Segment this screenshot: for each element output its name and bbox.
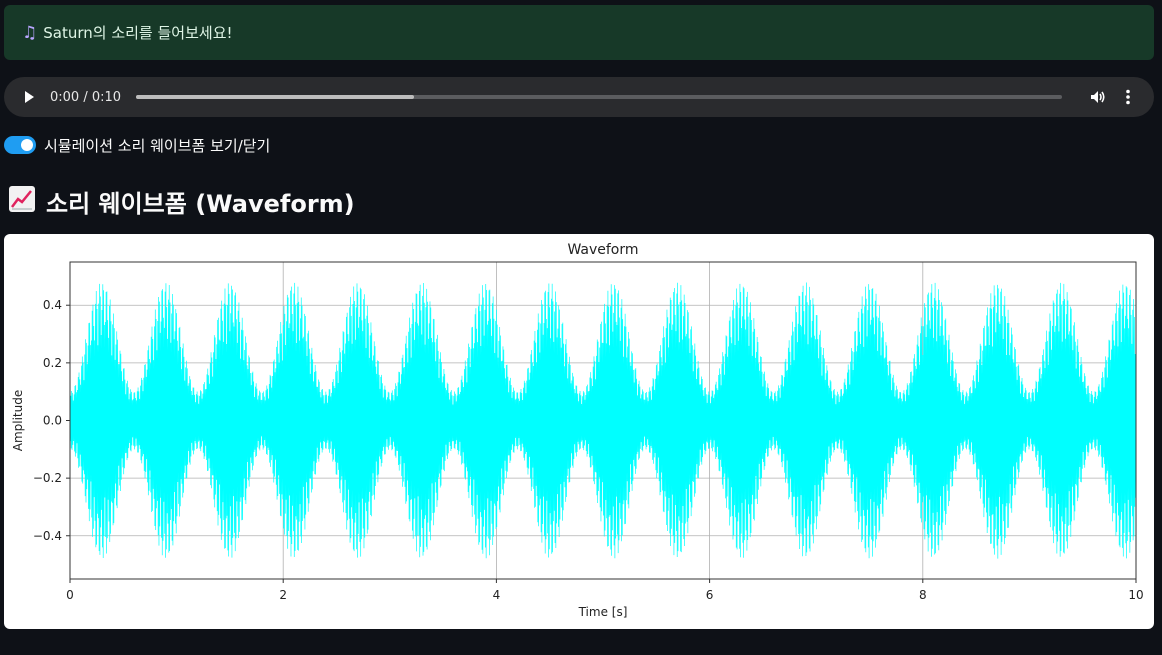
waveform-toggle-row: 시뮬레이션 소리 웨이브폼 보기/닫기 [4,134,270,156]
play-icon[interactable] [18,86,40,108]
banner-text: Saturn의 소리를 들어보세요! [43,24,233,42]
waveform-chart: 0 2 4 6 8 10 −0.4 −0.2 0.0 0.2 0.4 Waveform Time [s]… [4,234,1154,629]
waveform-plot: 0 2 4 6 8 10 −0.4 −0.2 0.0 0.2 0.4 Waveform Time [s]… [11,242,1144,619]
y-tick-label: −0.2 [33,471,62,485]
toggle-knob [21,139,33,151]
x-tick-label: 0 [66,588,74,602]
x-tick-label: 2 [279,588,287,602]
waveform-toggle-label: 시뮬레이션 소리 웨이브폼 보기/닫기 [44,136,271,155]
waveform-line [69,282,1137,559]
x-axis-label: Time [s] [578,605,628,619]
volume-icon[interactable] [1086,85,1110,109]
waveform-toggle[interactable] [4,136,36,154]
section-heading: 소리 웨이브폼 (Waveform) [8,184,355,219]
chart-increasing-icon [8,185,36,219]
section-title: 소리 웨이브폼 (Waveform) [46,190,355,218]
x-tick-label: 6 [706,588,714,602]
audio-player: 0:00 / 0:10 [4,77,1154,117]
y-tick-label: 0.4 [43,298,62,312]
audio-buffered-bar [136,95,414,99]
y-axis-label: Amplitude [11,390,25,452]
x-tick-label: 4 [493,588,501,602]
y-tick-label: −0.4 [33,529,62,543]
musical-note-icon: ♫ [22,22,38,43]
x-tick-label: 10 [1128,588,1143,602]
y-tick-label: 0.2 [43,356,62,370]
chart-title: Waveform [567,242,638,258]
info-banner: ♫ Saturn의 소리를 들어보세요! [4,5,1154,60]
y-tick-label: 0.0 [43,414,62,428]
audio-time-display: 0:00 / 0:10 [50,89,122,105]
more-options-icon[interactable] [1116,85,1140,109]
x-tick-label: 8 [919,588,927,602]
audio-seek-bar[interactable] [136,95,1062,99]
